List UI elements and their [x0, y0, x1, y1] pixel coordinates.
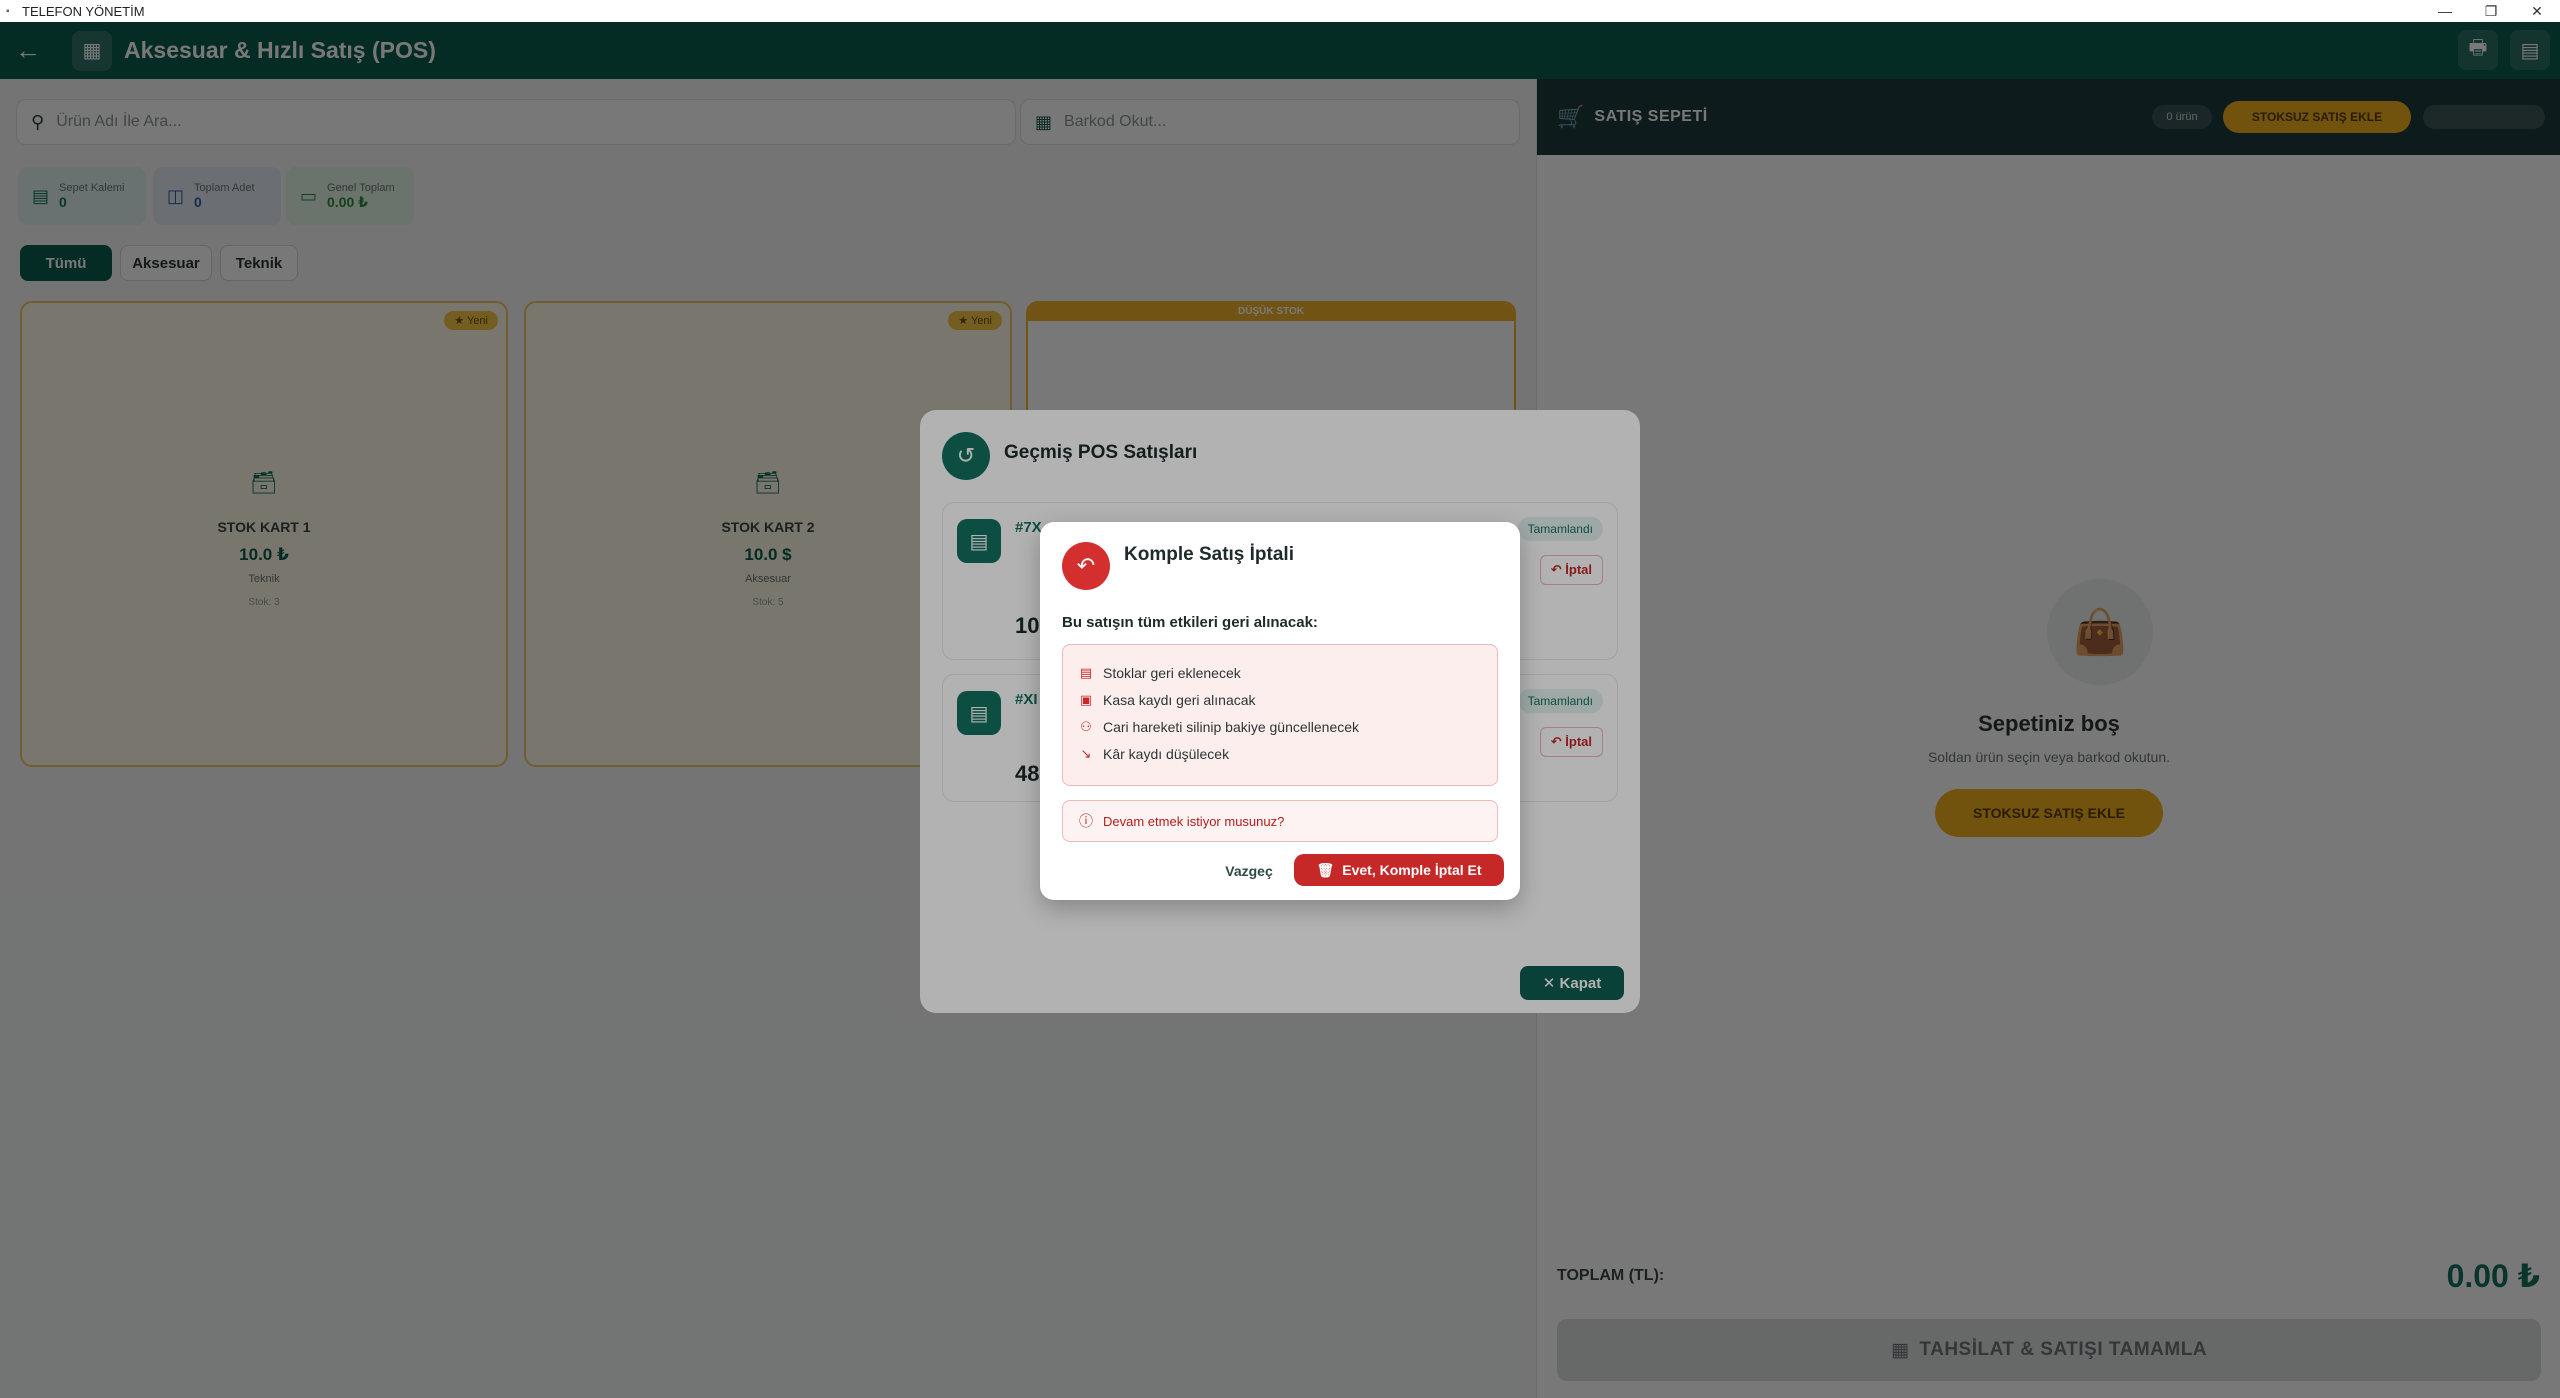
list-item: ▣ Kasa kaydı geri alınacak — [1079, 686, 1481, 713]
window-controls: — ❐ ✕ — [2422, 0, 2560, 22]
trash-icon: 🗑 — [1316, 861, 1335, 878]
confirm-full-cancel-button[interactable]: 🗑 Evet, Komple İptal Et — [1294, 854, 1504, 886]
list-item: ▤ Stoklar geri eklenecek — [1079, 659, 1481, 686]
list-item: ↘ Kâr kaydı düşülecek — [1079, 740, 1481, 767]
effect-text: Kasa kaydı geri alınacak — [1103, 691, 1256, 708]
effect-text: Cari hareketi silinip bakiye güncellenec… — [1103, 718, 1360, 735]
dialog-description: Bu satışın tüm etkileri geri alınacak: — [1062, 614, 1318, 631]
restore-button[interactable]: ❐ — [2468, 0, 2514, 22]
people-icon: ⚇ — [1080, 718, 1092, 734]
warning-text: Devam etmek istiyor musunuz? — [1103, 813, 1285, 829]
cash-register-icon: ▣ — [1079, 691, 1093, 707]
effects-list: ▤ Stoklar geri eklenecek ▣ Kasa kaydı ge… — [1062, 644, 1498, 786]
window-title: TELEFON YÖNETİM — [22, 3, 145, 19]
trending-down-icon: ↘ — [1080, 745, 1092, 761]
close-window-button[interactable]: ✕ — [2514, 0, 2560, 22]
effect-text: Kâr kaydı düşülecek — [1103, 745, 1230, 762]
list-item: ⚇ Cari hareketi silinip bakiye güncellen… — [1079, 713, 1481, 740]
window-titlebar: ▪ TELEFON YÖNETİM — ❐ ✕ — [0, 0, 2560, 22]
confirm-button-label: Evet, Komple İptal Et — [1342, 862, 1482, 878]
full-sale-cancel-dialog: ↶ Komple Satış İptali Bu satışın tüm etk… — [1040, 522, 1520, 900]
dismiss-button[interactable]: Vazgeç — [1212, 856, 1286, 886]
dialog-title: Komple Satış İptali — [1124, 544, 1294, 565]
effect-text: Stoklar geri eklenecek — [1103, 664, 1241, 681]
undo-icon: ↶ — [1062, 542, 1110, 590]
inventory-icon: ▤ — [1079, 664, 1093, 680]
confirm-warning: ⓘ Devam etmek istiyor musunuz? — [1062, 800, 1498, 842]
app-icon: ▪ — [6, 5, 10, 17]
minimize-button[interactable]: — — [2422, 0, 2468, 22]
info-icon: ⓘ — [1079, 813, 1093, 829]
